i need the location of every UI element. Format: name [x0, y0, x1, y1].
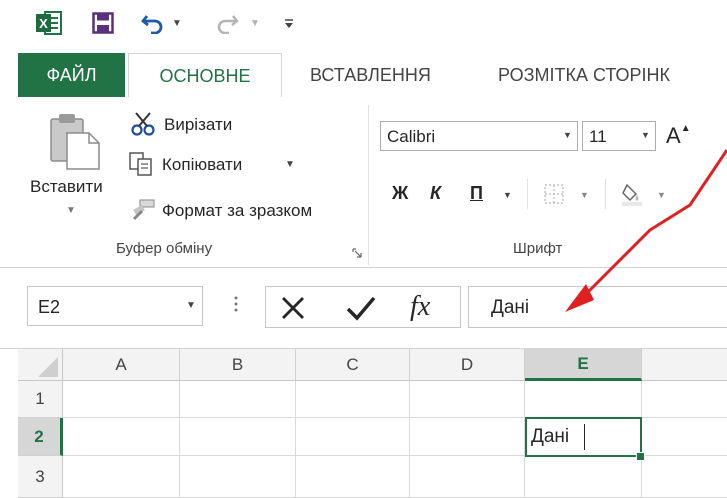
- annotation-arrow-head: [565, 284, 594, 312]
- annotation-arrow-line: [578, 149, 727, 302]
- annotation-arrow: [565, 149, 727, 312]
